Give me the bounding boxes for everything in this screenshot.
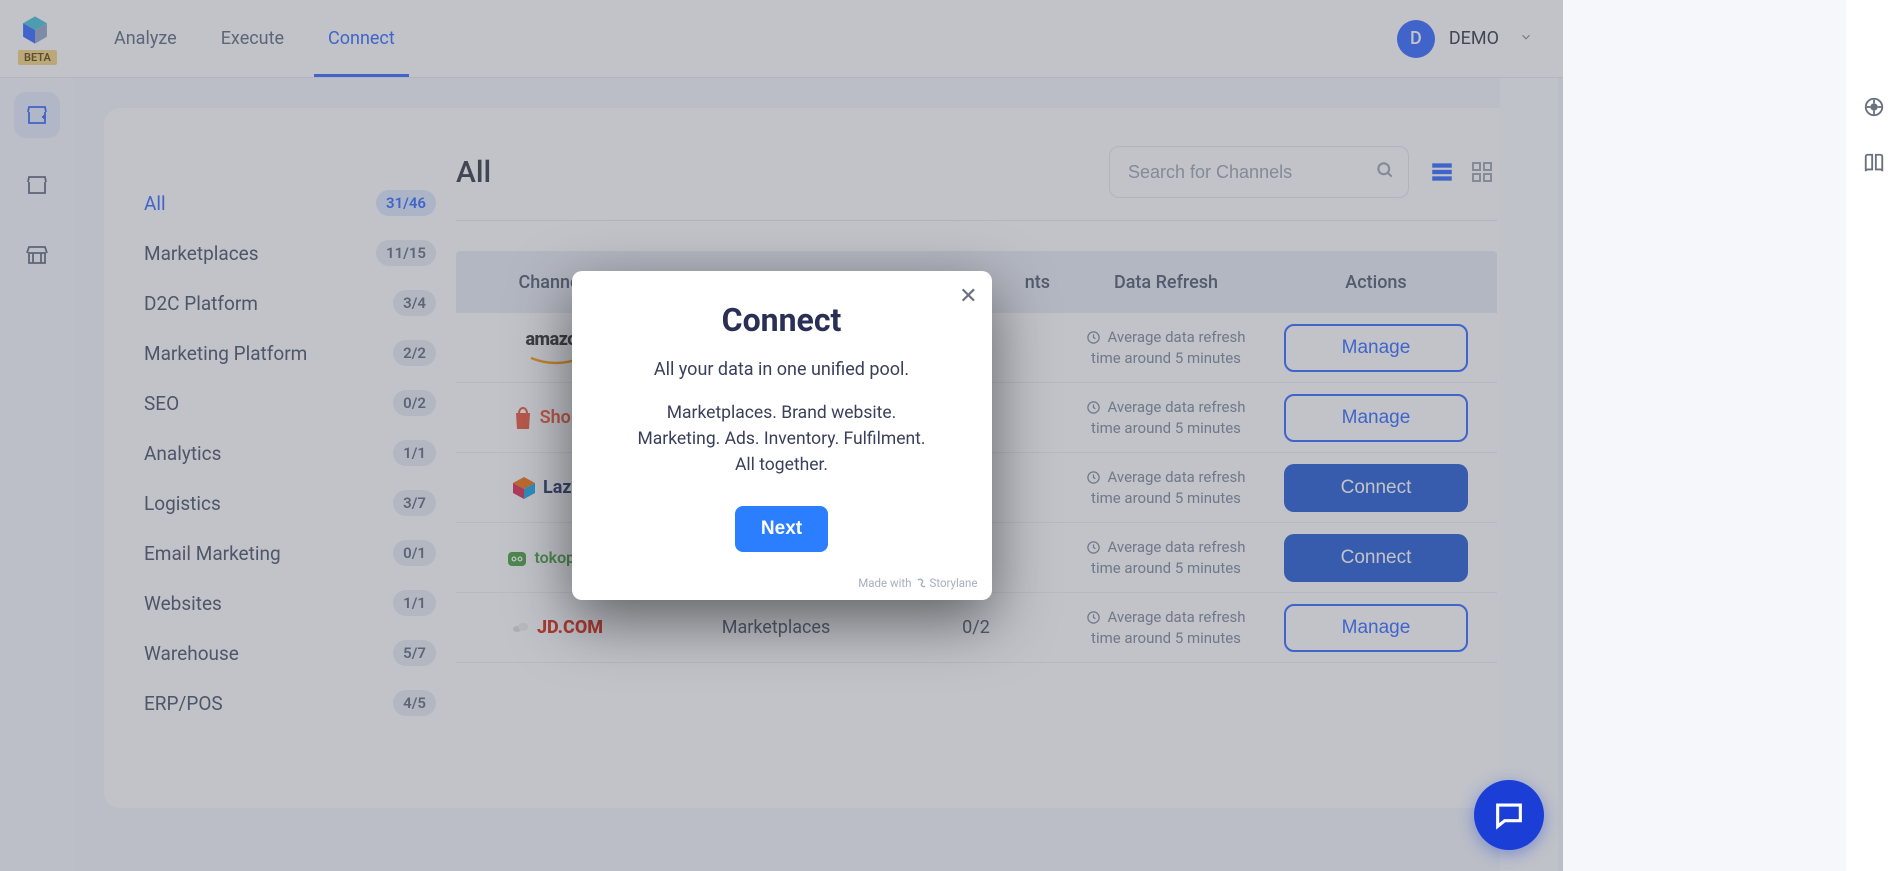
help-icon[interactable] [1863,96,1885,122]
modal-footer: Made with Storylane [858,576,977,590]
chat-fab[interactable] [1474,780,1544,850]
close-button[interactable]: ✕ [959,283,977,309]
modal-title: Connect [602,301,962,339]
modal-backdrop: ✕ Connect All your data in one unified p… [0,0,1563,871]
storylane-icon [916,578,926,588]
close-icon: ✕ [959,283,977,308]
modal-body: Marketplaces. Brand website. Marketing. … [602,400,962,479]
onboarding-modal: ✕ Connect All your data in one unified p… [572,271,992,601]
next-button[interactable]: Next [735,506,828,552]
page-side-rail [1846,0,1902,871]
modal-subtitle: All your data in one unified pool. [602,359,962,380]
chat-icon [1492,798,1526,832]
book-icon[interactable] [1863,152,1885,178]
